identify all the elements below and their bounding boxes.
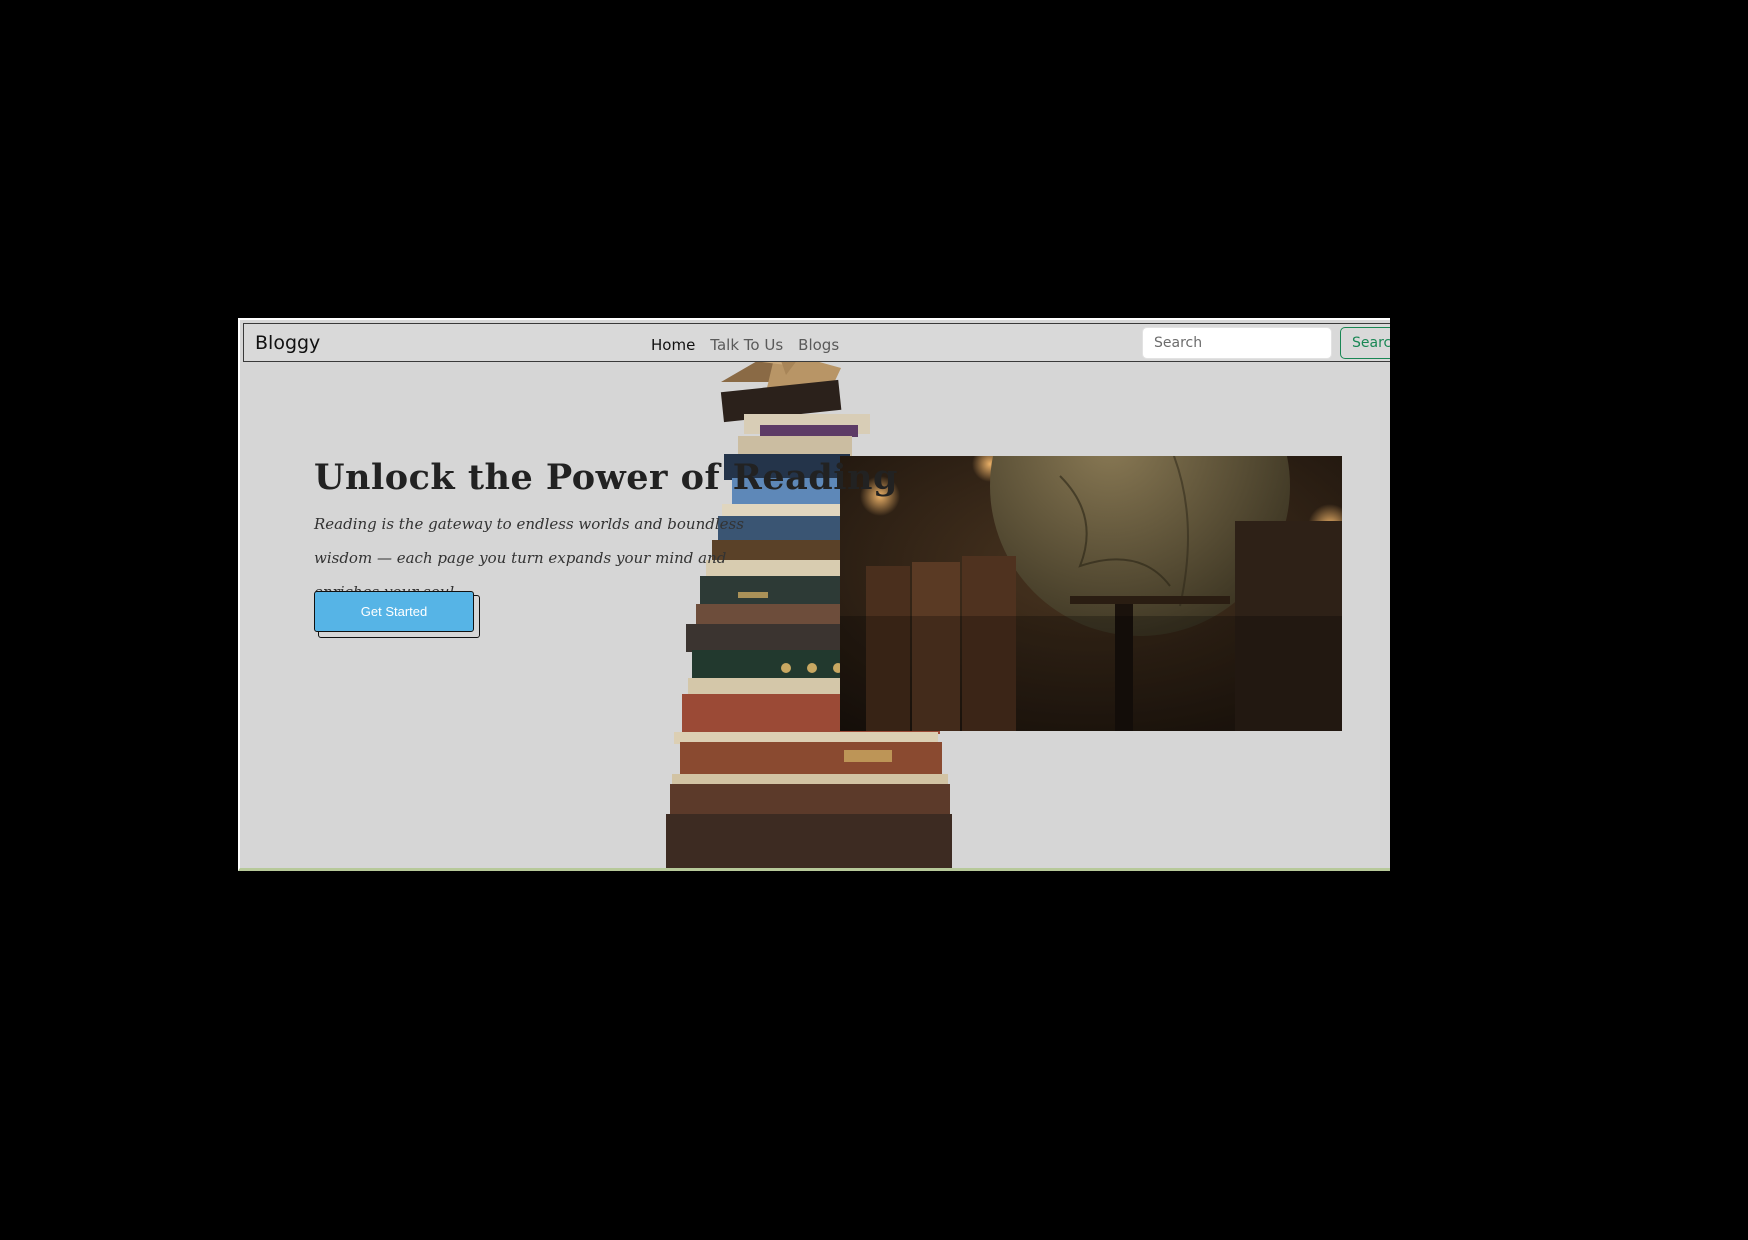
hero-title: Unlock the Power of Reading (314, 457, 898, 498)
navbar: Bloggy Home Talk To Us Blogs Search (243, 323, 1390, 362)
nav-link-home[interactable]: Home (651, 336, 695, 354)
brand-logo[interactable]: Bloggy (255, 332, 320, 354)
globe-books-photo (840, 456, 1342, 731)
browser-viewport: Bloggy Home Talk To Us Blogs Search Unlo… (238, 318, 1390, 871)
search-input[interactable] (1142, 327, 1332, 359)
nav-link-blogs[interactable]: Blogs (798, 336, 839, 354)
search-button[interactable]: Search (1340, 327, 1390, 359)
get-started-button[interactable]: Get Started (314, 591, 474, 632)
nav-links: Home Talk To Us Blogs (651, 336, 839, 354)
nav-link-talk-to-us[interactable]: Talk To Us (710, 336, 783, 354)
